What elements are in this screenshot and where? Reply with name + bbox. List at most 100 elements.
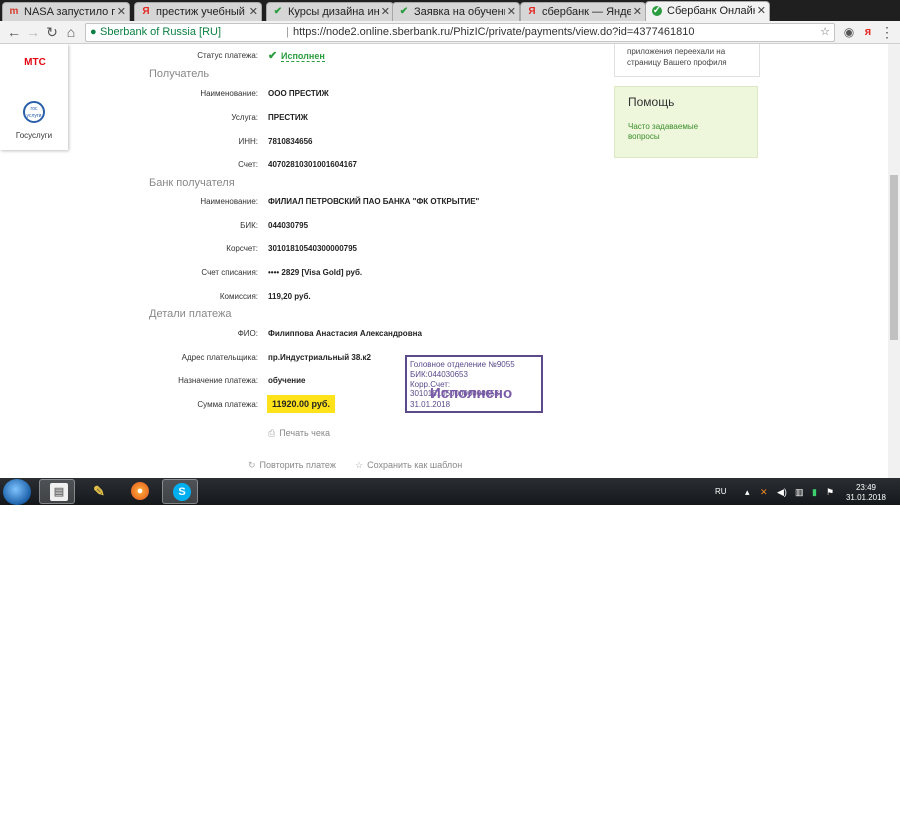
clock-time: 23:49 xyxy=(855,483,877,492)
scrollbar-thumb[interactable] xyxy=(890,175,898,340)
tab-title: Курсы дизайна интерь xyxy=(288,6,379,18)
network-icon[interactable]: ▥ xyxy=(795,487,804,498)
payer-address-value: пр.Индустриальный 38.к2 xyxy=(268,353,371,362)
repeat-payment-label: Повторить платеж xyxy=(259,460,336,470)
battery-icon[interactable]: ▮ xyxy=(812,487,817,498)
home-icon[interactable]: ⌂ xyxy=(63,24,79,40)
page-content: МТС гос услуги Госуслуги Статус платежа:… xyxy=(0,44,888,478)
save-template-button[interactable]: ☆ Сохранить как шаблон xyxy=(355,460,462,471)
taskbar-skype[interactable]: S xyxy=(162,479,198,504)
browser-tab-5[interactable]: Я сбербанк — Яндекс: на ✕ xyxy=(520,2,646,21)
star-icon: ☆ xyxy=(355,460,364,470)
account-label: Счет: xyxy=(238,160,258,169)
status-label: Статус платежа: xyxy=(197,51,258,60)
windows-taskbar: ▤ ✎ ● S RU ▴ ✕ ◀) ▥ ▮ ⚑ 23:49 31.01.2018 xyxy=(0,478,900,505)
tab-close-icon[interactable]: ✕ xyxy=(757,4,766,17)
menu-icon[interactable]: ⋮ xyxy=(879,24,895,40)
tab-title: Заявка на обучение от xyxy=(414,6,505,18)
fio-label: ФИО: xyxy=(237,329,258,338)
firefox-icon: ● xyxy=(131,482,149,500)
tab-title: престиж учебный цент xyxy=(156,6,247,18)
checkmark-icon: ✔ xyxy=(268,50,278,62)
account-value: 40702810301001604167 xyxy=(268,160,357,169)
start-button-icon[interactable] xyxy=(3,479,31,505)
faq-link[interactable]: Часто задаваемые вопросы xyxy=(628,122,718,142)
check-favicon-icon: ✔ xyxy=(273,6,283,17)
stamp-branch: Головное отделение №9055 xyxy=(410,360,515,369)
lock-icon: ● xyxy=(90,26,97,38)
status-value[interactable]: Исполнен xyxy=(281,51,325,62)
browser-tab-2[interactable]: Я престиж учебный цент ✕ xyxy=(134,2,262,21)
purpose-label: Назначение платежа: xyxy=(178,376,258,385)
clock-date: 31.01.2018 xyxy=(845,493,887,502)
tab-title: Сбербанк Онлайн xyxy=(667,5,755,17)
bank-stamp: Головное отделение №9055 БИК:044030653 К… xyxy=(405,355,543,413)
profile-info-text: мобильные банковские приложения переехал… xyxy=(627,44,727,67)
debit-value: •••• 2829 [Visa Gold] руб. xyxy=(268,268,363,277)
inn-label: ИНН: xyxy=(238,137,258,146)
tray-expand-icon[interactable]: ▴ xyxy=(745,487,750,498)
tab-close-icon[interactable]: ✕ xyxy=(633,5,642,18)
site-identity: Sberbank of Russia [RU] xyxy=(100,26,222,38)
tray-app-icon[interactable]: ✕ xyxy=(760,487,768,498)
extension-icon[interactable]: ◉ xyxy=(841,24,857,40)
bank-name-label: Наименование: xyxy=(200,197,258,206)
help-title: Помощь xyxy=(628,95,675,109)
flag-icon[interactable]: ⚑ xyxy=(826,487,834,498)
sberbank-favicon-icon: ✓ xyxy=(652,5,662,16)
tools-icon: ✎ xyxy=(93,483,105,499)
korr-value: 30101810540300000795 xyxy=(268,244,357,253)
fee-label: Комиссия: xyxy=(219,292,258,301)
tab-title: сбербанк — Яндекс: на xyxy=(542,6,631,18)
taskbar-firefox[interactable]: ● xyxy=(121,479,157,504)
save-template-label: Сохранить как шаблон xyxy=(367,460,463,470)
doc-favicon-icon: ✔ xyxy=(399,6,409,17)
browser-tab-4[interactable]: ✔ Заявка на обучение от ✕ xyxy=(392,2,520,21)
address-bar[interactable]: ● Sberbank of Russia [RU] | https://node… xyxy=(85,23,835,42)
taskbar-explorer[interactable]: ▤ xyxy=(39,479,75,504)
nasa-favicon-icon: m xyxy=(9,6,19,17)
browser-tab-1[interactable]: m NASA запустило прямую ✕ xyxy=(2,2,130,21)
tab-close-icon[interactable]: ✕ xyxy=(117,5,126,18)
tab-title: NASA запустило прямую xyxy=(24,6,115,18)
repeat-icon: ↻ xyxy=(248,460,256,470)
printer-icon: ⎙ xyxy=(268,428,276,438)
volume-icon[interactable]: ◀) xyxy=(777,487,787,498)
bank-heading: Банк получателя xyxy=(149,177,235,189)
browser-tab-strip: m NASA запустило прямую ✕ Я престиж учеб… xyxy=(0,0,900,21)
url-text: https://node2.online.sberbank.ru/PhizIC/… xyxy=(293,26,695,38)
bik-label: БИК: xyxy=(240,221,258,230)
bookmark-star-icon[interactable]: ☆ xyxy=(820,24,830,41)
browser-tab-3[interactable]: ✔ Курсы дизайна интерь ✕ xyxy=(266,2,394,21)
yandex-favicon-icon: Я xyxy=(142,6,150,17)
recipient-heading: Получатель xyxy=(149,68,210,80)
clock[interactable]: 23:49 31.01.2018 xyxy=(840,483,892,503)
tab-close-icon[interactable]: ✕ xyxy=(507,5,516,18)
name-label: Наименование: xyxy=(200,89,258,98)
korr-label: Корсчет: xyxy=(226,244,258,253)
back-icon[interactable]: ← xyxy=(6,24,22,40)
tab-close-icon[interactable]: ✕ xyxy=(381,5,390,18)
forward-icon[interactable]: → xyxy=(25,24,41,40)
help-box: Помощь Часто задаваемые вопросы xyxy=(614,86,758,158)
taskbar-tools[interactable]: ✎ xyxy=(80,479,116,504)
fee-value: 119,20 руб. xyxy=(268,292,311,301)
inn-value: 7810834656 xyxy=(268,137,313,146)
stamp-bik: БИК:044030653 xyxy=(410,370,468,379)
debit-label: Счет списания: xyxy=(201,268,258,277)
browser-toolbar: ← → ↻ ⌂ ● Sberbank of Russia [RU] | http… xyxy=(0,21,900,44)
yandex-extension-icon[interactable]: я xyxy=(860,24,876,40)
reload-icon[interactable]: ↻ xyxy=(44,24,60,40)
repeat-payment-button[interactable]: ↻ Повторить платеж xyxy=(248,460,336,471)
language-indicator[interactable]: RU xyxy=(715,487,727,496)
details-heading: Детали платежа xyxy=(149,308,232,320)
skype-icon: S xyxy=(173,483,191,501)
browser-tab-6[interactable]: ✓ Сбербанк Онлайн ✕ xyxy=(645,1,770,21)
tab-close-icon[interactable]: ✕ xyxy=(249,5,258,18)
bank-name-value: ФИЛИАЛ ПЕТРОВСКИЙ ПАО БАНКА "ФК ОТКРЫТИЕ… xyxy=(268,197,480,206)
yandex-favicon-icon: Я xyxy=(528,6,536,17)
name-value: ООО ПРЕСТИЖ xyxy=(268,89,329,98)
screen: m NASA запустило прямую ✕ Я престиж учеб… xyxy=(0,0,900,505)
sum-value: 11920.00 руб. xyxy=(267,395,335,413)
print-receipt-button[interactable]: ⎙ Печать чека xyxy=(268,428,330,439)
